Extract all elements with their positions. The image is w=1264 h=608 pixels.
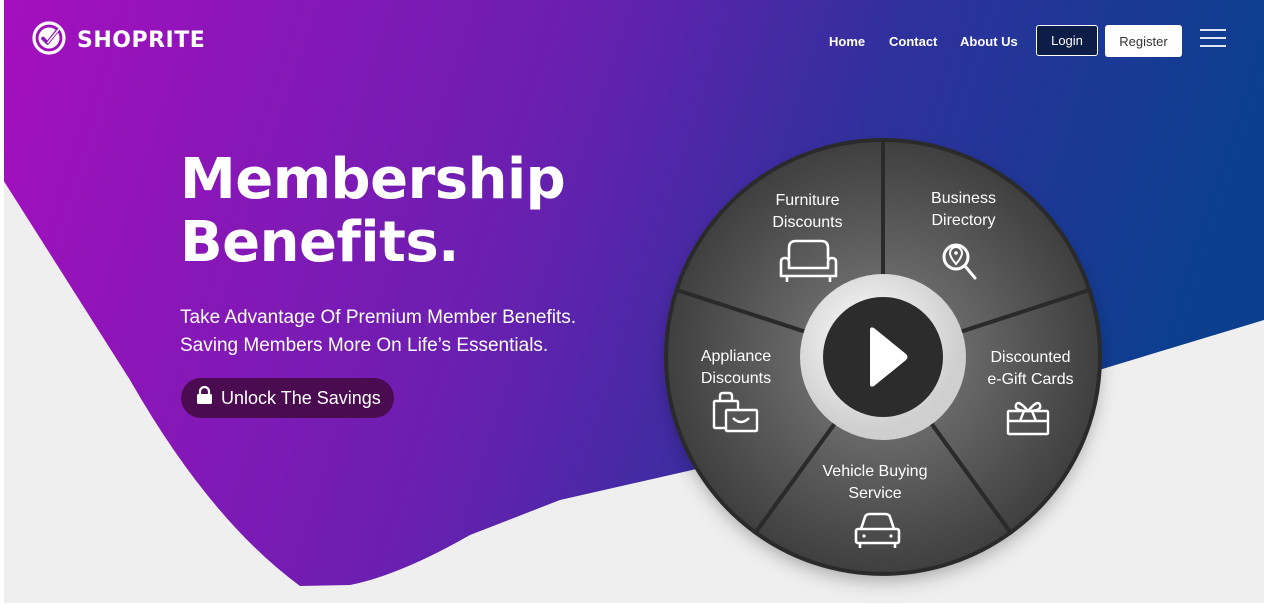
segment-label-furniture: Furniture Discounts	[772, 192, 843, 231]
segment-label-vehicle: Vehicle Buying Service	[822, 463, 928, 502]
play-video-button[interactable]	[823, 315, 941, 433]
page: SHOPRITE Home Contact About Us Login Reg…	[0, 0, 1264, 608]
segment-label-business: Business Directory	[931, 190, 996, 229]
segment-label-gift: Discounted e-Gift Cards	[987, 349, 1074, 388]
benefits-wheel	[664, 137, 1102, 576]
segment-label-appliance: Appliance Discounts	[700, 348, 772, 387]
